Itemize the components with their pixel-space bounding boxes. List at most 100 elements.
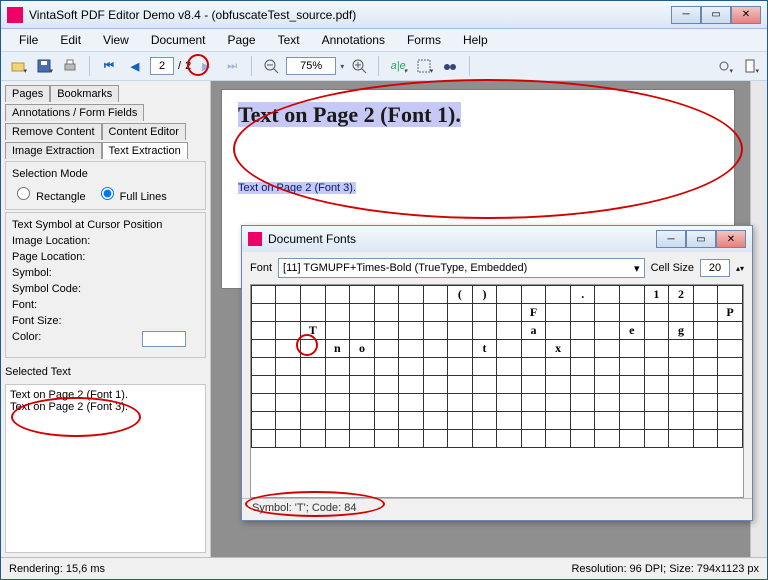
menu-document[interactable]: Document [141, 31, 216, 49]
glyph-cell[interactable] [374, 376, 398, 394]
menu-annotations[interactable]: Annotations [312, 31, 395, 49]
print-button[interactable] [59, 55, 81, 77]
glyph-cell[interactable] [300, 376, 325, 394]
cell-size-input[interactable]: 20 [700, 259, 730, 277]
glyph-cell[interactable]: x [546, 340, 571, 358]
tab-content-editor[interactable]: Content Editor [102, 123, 186, 140]
glyph-cell[interactable] [423, 322, 447, 340]
glyph-cell[interactable] [521, 358, 546, 376]
radio-full-lines[interactable]: Full Lines [96, 184, 167, 203]
glyph-cell[interactable] [252, 412, 276, 430]
glyph-cell[interactable]: a [521, 322, 546, 340]
glyph-cell[interactable] [497, 430, 521, 448]
glyph-cell[interactable] [374, 322, 398, 340]
glyph-cell[interactable] [669, 340, 694, 358]
glyph-cell[interactable] [423, 376, 447, 394]
glyph-cell[interactable] [521, 376, 546, 394]
glyph-cell[interactable] [619, 340, 644, 358]
glyph-cell[interactable] [423, 412, 447, 430]
tool-b-button[interactable]: ▾ [739, 55, 761, 77]
glyph-cell[interactable] [595, 304, 619, 322]
glyph-cell[interactable] [350, 304, 375, 322]
glyph-cell[interactable] [619, 376, 644, 394]
glyph-cell[interactable] [521, 286, 546, 304]
glyph-cell[interactable] [252, 340, 276, 358]
glyph-cell[interactable] [423, 430, 447, 448]
glyph-cell[interactable] [570, 376, 595, 394]
glyph-cell[interactable]: 1 [644, 286, 669, 304]
glyph-cell[interactable] [423, 286, 447, 304]
page-text-line-3[interactable]: Text on Page 2 (Font 3). [238, 182, 356, 194]
glyph-cell[interactable] [276, 394, 300, 412]
glyph-cell[interactable]: ( [448, 286, 473, 304]
glyph-cell[interactable] [497, 304, 521, 322]
glyph-cell[interactable] [718, 322, 743, 340]
glyph-cell[interactable] [423, 394, 447, 412]
menu-forms[interactable]: Forms [397, 31, 451, 49]
glyph-cell[interactable] [619, 430, 644, 448]
glyph-cell[interactable] [350, 358, 375, 376]
glyph-cell[interactable] [497, 340, 521, 358]
menu-edit[interactable]: Edit [50, 31, 91, 49]
glyph-cell[interactable] [669, 358, 694, 376]
glyph-cell[interactable] [497, 412, 521, 430]
next-page-button[interactable]: ▶ [195, 55, 217, 77]
menu-view[interactable]: View [93, 31, 139, 49]
color-input[interactable] [142, 331, 186, 347]
glyph-cell[interactable] [718, 358, 743, 376]
zoom-input[interactable]: 75% [286, 57, 336, 75]
glyph-cell[interactable] [595, 358, 619, 376]
glyph-cell[interactable] [300, 394, 325, 412]
dialog-close-button[interactable]: ✕ [716, 230, 746, 248]
glyph-cell[interactable] [325, 358, 350, 376]
glyph-cell[interactable] [252, 358, 276, 376]
open-button[interactable]: ▾ [7, 55, 29, 77]
glyph-cell[interactable] [521, 412, 546, 430]
glyph-cell[interactable] [374, 304, 398, 322]
glyph-cell[interactable] [619, 358, 644, 376]
glyph-cell[interactable] [374, 430, 398, 448]
glyph-cell[interactable] [546, 358, 571, 376]
glyph-cell[interactable] [374, 340, 398, 358]
glyph-cell[interactable] [669, 376, 694, 394]
glyph-cell[interactable] [595, 376, 619, 394]
glyph-cell[interactable] [497, 394, 521, 412]
glyph-cell[interactable] [693, 304, 717, 322]
glyph-cell[interactable] [546, 376, 571, 394]
glyph-cell[interactable] [448, 322, 473, 340]
glyph-cell[interactable]: t [472, 340, 497, 358]
glyph-cell[interactable] [423, 304, 447, 322]
glyph-cell[interactable] [693, 286, 717, 304]
glyph-cell[interactable] [325, 412, 350, 430]
glyph-grid[interactable]: ().12FPTaegnotx [250, 284, 744, 498]
tab-image-extraction[interactable]: Image Extraction [5, 142, 102, 159]
glyph-cell[interactable] [325, 376, 350, 394]
glyph-cell[interactable] [718, 340, 743, 358]
glyph-cell[interactable] [399, 304, 423, 322]
glyph-cell[interactable] [570, 394, 595, 412]
glyph-cell[interactable] [276, 340, 300, 358]
glyph-cell[interactable] [546, 412, 571, 430]
glyph-cell[interactable] [718, 412, 743, 430]
glyph-cell[interactable] [546, 304, 571, 322]
glyph-cell[interactable] [595, 286, 619, 304]
menu-text[interactable]: Text [268, 31, 310, 49]
glyph-cell[interactable] [300, 412, 325, 430]
glyph-cell[interactable] [374, 394, 398, 412]
glyph-cell[interactable] [399, 286, 423, 304]
glyph-cell[interactable] [693, 322, 717, 340]
dialog-maximize-button[interactable]: ▭ [686, 230, 716, 248]
tab-annotations[interactable]: Annotations / Form Fields [5, 104, 144, 121]
glyph-cell[interactable] [644, 394, 669, 412]
tab-pages[interactable]: Pages [5, 85, 50, 102]
glyph-cell[interactable] [472, 412, 497, 430]
menu-help[interactable]: Help [453, 31, 498, 49]
glyph-cell[interactable] [325, 304, 350, 322]
minimize-button[interactable]: ─ [671, 6, 701, 24]
glyph-cell[interactable] [644, 430, 669, 448]
maximize-button[interactable]: ▭ [701, 6, 731, 24]
glyph-cell[interactable]: o [350, 340, 375, 358]
glyph-cell[interactable] [472, 358, 497, 376]
glyph-cell[interactable] [448, 358, 473, 376]
glyph-cell[interactable] [252, 376, 276, 394]
